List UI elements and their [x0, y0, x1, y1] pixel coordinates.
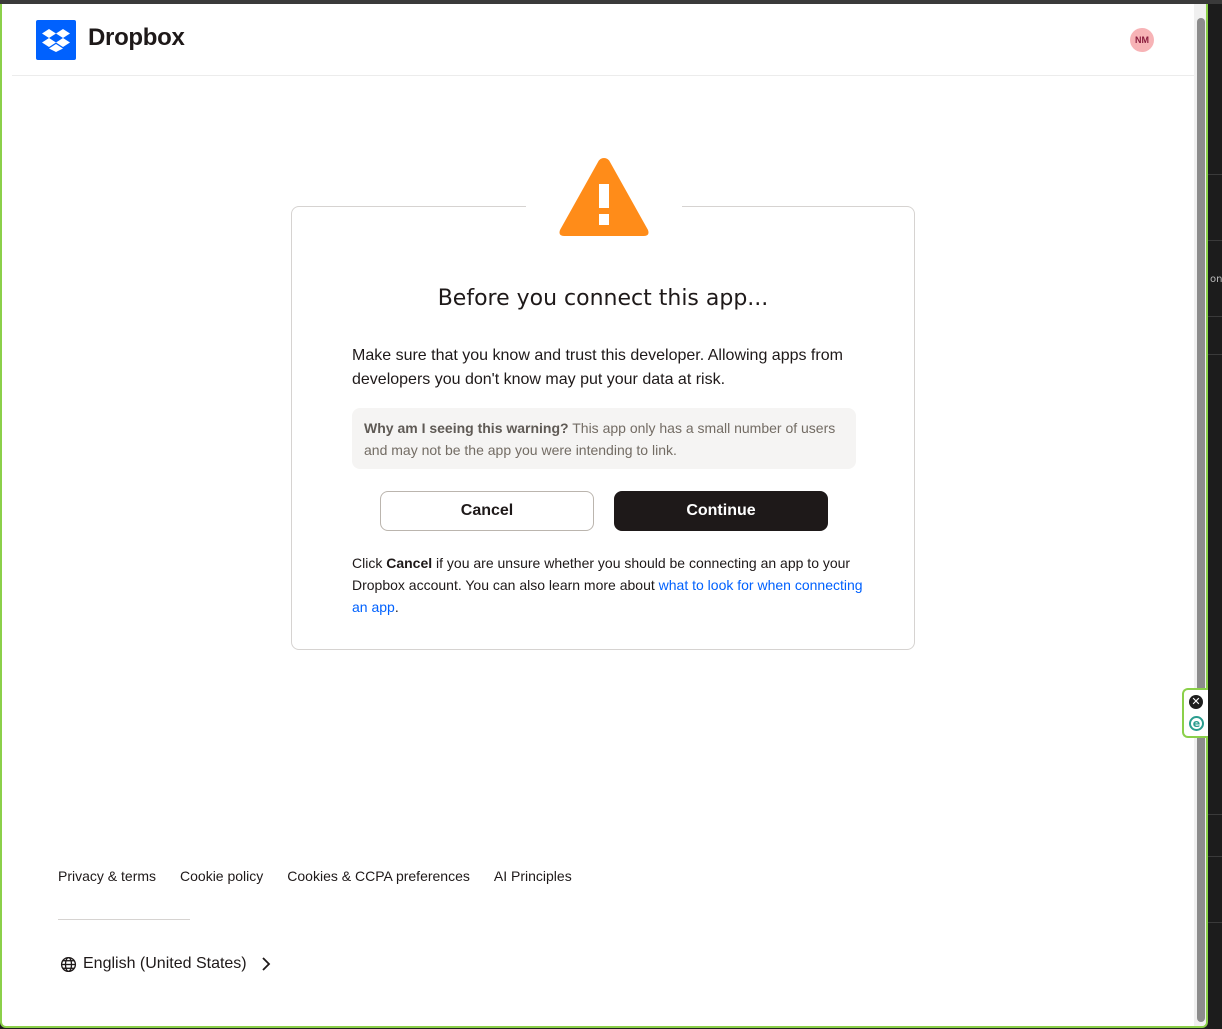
extension-widget: ✕ e [1182, 688, 1208, 738]
footer-links: Privacy & terms Cookie policy Cookies & … [58, 868, 572, 884]
note-prefix: Click [352, 555, 387, 571]
language-label: English (United States) [83, 955, 247, 972]
note-cancel-bold: Cancel [386, 555, 433, 571]
continue-button[interactable]: Continue [614, 491, 828, 531]
brand-name[interactable]: Dropbox [88, 24, 185, 52]
extension-badge-icon[interactable]: e [1189, 716, 1204, 731]
site-header: Dropbox NM [12, 4, 1194, 76]
close-icon[interactable]: ✕ [1189, 695, 1203, 709]
warning-triangle-icon [559, 158, 649, 236]
info-question: Why am I seeing this warning? [364, 420, 569, 436]
cancel-note: Click Cancel if you are unsure whether y… [352, 552, 872, 618]
chevron-right-icon [262, 957, 270, 971]
page-scrollbar[interactable] [1194, 4, 1206, 1026]
background-window-edge: on [1208, 4, 1222, 1029]
dialog-title: Before you connect this app... [437, 286, 769, 311]
footer-link-cookie-policy[interactable]: Cookie policy [180, 868, 263, 884]
footer-link-ccpa[interactable]: Cookies & CCPA preferences [287, 868, 470, 884]
footer-link-ai-principles[interactable]: AI Principles [494, 868, 572, 884]
footer-link-privacy[interactable]: Privacy & terms [58, 868, 156, 884]
scrollbar-thumb[interactable] [1197, 18, 1205, 1022]
warning-info-box: Why am I seeing this warning? This app o… [352, 408, 856, 469]
browser-window: Dropbox NM Before you connect this app..… [0, 4, 1208, 1028]
globe-icon [60, 956, 77, 972]
dropbox-logo-icon[interactable] [36, 20, 76, 60]
cancel-button[interactable]: Cancel [380, 491, 594, 531]
footer-divider [58, 919, 190, 920]
note-suffix: . [394, 599, 399, 615]
dialog-lead-text: Make sure that you know and trust this d… [352, 347, 843, 388]
avatar[interactable]: NM [1130, 28, 1154, 52]
background-text-fragment: on [1210, 274, 1222, 285]
language-selector[interactable]: English (United States) [60, 955, 277, 973]
